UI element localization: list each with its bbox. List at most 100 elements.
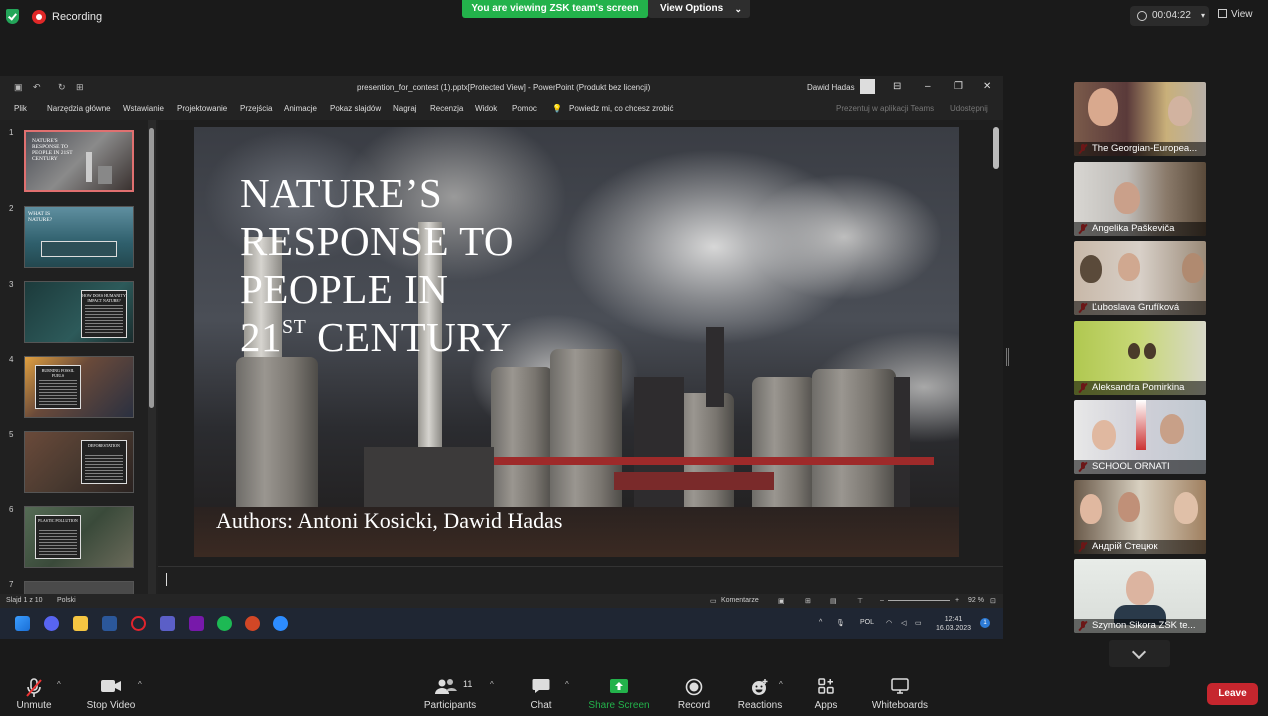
video-options-caret-icon[interactable]: ^	[138, 680, 142, 689]
chat-options-caret-icon[interactable]: ^	[565, 680, 569, 689]
zoom-app-icon	[273, 616, 288, 631]
participant-name: Ľuboslava Grufíková	[1074, 301, 1206, 315]
zoom-out-icon: –	[880, 597, 884, 604]
participant-face	[1080, 494, 1102, 524]
participant-face	[1080, 255, 1102, 283]
slide-authors: Authors: Antoni Kosicki, Dawid Hadas	[216, 508, 563, 533]
apps-button[interactable]: Apps	[806, 668, 846, 716]
thumb-number: 1	[9, 128, 14, 137]
audio-options-caret-icon[interactable]: ^	[57, 680, 61, 689]
zoom-level: 92 %	[968, 597, 984, 604]
ribbon-tab-animations: Animacje	[284, 104, 317, 113]
title-superscript: ST	[282, 316, 307, 338]
participants-options-caret-icon[interactable]: ^	[490, 680, 494, 689]
share-screen-button[interactable]: Share Screen	[586, 668, 652, 716]
ribbon-tab-transitions: Przejścia	[240, 104, 273, 113]
powerpoint-status-bar: Slajd 1 z 10 Polski ▭ Komentarze ▣ ⊞ ▤ ⊤…	[0, 594, 1003, 608]
thumb-number: 6	[9, 505, 14, 514]
leave-button[interactable]: Leave	[1207, 683, 1258, 705]
fit-slide-icon: ⊡	[990, 598, 996, 605]
cooling-tower-graphic	[236, 357, 318, 507]
ribbon-display-icon: ⊟	[893, 81, 902, 92]
gallery-next-page-button[interactable]	[1109, 640, 1170, 667]
participant-name: SCHOOL ORNATI	[1074, 460, 1206, 474]
meeting-top-bar: Recording You are viewing ZSK team's scr…	[0, 0, 1268, 34]
microphone-tray-icon: 🎙	[836, 620, 845, 627]
muted-microphone-icon	[26, 678, 42, 697]
participant-name: Aleksandra Pomirkina	[1074, 381, 1206, 395]
comments-label: Komentarze	[721, 597, 759, 604]
windows-start-icon	[15, 616, 30, 631]
thumb-chimney	[86, 152, 92, 182]
undo-icon: ↶	[33, 82, 41, 92]
participant-tile[interactable]: The Georgian-Europea...	[1074, 82, 1206, 156]
participant-tile[interactable]: Ľuboslava Grufíková	[1074, 241, 1206, 315]
security-shield-icon[interactable]	[6, 9, 19, 24]
thumbnail-scrollbar	[148, 120, 156, 594]
whiteboards-button[interactable]: Whiteboards	[866, 668, 934, 716]
recording-label[interactable]: Recording	[52, 11, 102, 23]
participants-button[interactable]: 11 Participants	[420, 668, 480, 716]
slideshow-icon: ⊞	[76, 82, 84, 92]
record-button[interactable]: Record	[672, 668, 716, 716]
reactions-options-caret-icon[interactable]: ^	[779, 680, 783, 689]
thumb-title: PLASTIC POLLUTION	[38, 518, 78, 523]
recording-icon[interactable]	[32, 10, 46, 24]
word-icon	[102, 616, 117, 631]
reactions-button[interactable]: Reactions	[733, 668, 787, 716]
thumb-title: NATURE'S RESPONSE TO PEOPLE IN 21ST CENT…	[32, 138, 73, 162]
participants-count: 11	[463, 679, 473, 689]
building-graphic	[706, 327, 724, 407]
participant-face	[1128, 343, 1140, 359]
ribbon-tab-view: Widok	[475, 104, 498, 113]
building-graphic	[364, 447, 494, 507]
meeting-timer[interactable]: 00:04:22 ▾	[1130, 6, 1209, 26]
apps-label: Apps	[814, 700, 838, 711]
restore-icon: ❐	[954, 81, 963, 92]
normal-view-icon: ▣	[778, 598, 785, 605]
participant-tile[interactable]: Андрій Стецюк	[1074, 480, 1206, 554]
industrial-graphic	[494, 457, 934, 465]
presenter-icon: ⊤	[857, 598, 864, 605]
participant-face	[1144, 343, 1156, 359]
cooling-tower-graphic	[812, 369, 896, 507]
ribbon-tab-slideshow: Pokaz slajdów	[330, 104, 382, 113]
stop-video-button[interactable]: Stop Video	[82, 668, 140, 716]
view-button[interactable]: View	[1218, 9, 1253, 20]
slide-count: Slajd 1 z 10	[6, 597, 43, 604]
minimize-icon: –	[925, 81, 931, 92]
powerpoint-title-bar: ▣ ↶ ↻ ⊞ presention_for_contest (1).pptx[…	[0, 76, 1003, 98]
slide-sorter-icon: ⊞	[805, 598, 811, 605]
battery-icon: ▭	[915, 620, 922, 627]
shared-screen[interactable]: ▣ ↶ ↻ ⊞ presention_for_contest (1).pptx[…	[0, 76, 1003, 639]
ribbon-tab-help: Pomoc	[512, 104, 537, 113]
share-screen-icon	[610, 679, 628, 693]
participant-face	[1160, 414, 1184, 444]
panel-resize-handle[interactable]	[1006, 348, 1009, 366]
tray-chevron-icon: ^	[819, 619, 823, 626]
ribbon-tab-review: Recenzja	[430, 104, 464, 113]
participant-tile[interactable]: Szymon Sikora ZSK te...	[1074, 559, 1206, 633]
thumb-number: 4	[9, 355, 14, 364]
slide-scrollbar	[991, 120, 1001, 600]
participant-tile[interactable]: Angelika Paškeviča	[1074, 162, 1206, 236]
redo-icon: ↻	[58, 82, 66, 92]
participant-tile[interactable]: Aleksandra Pomirkina	[1074, 321, 1206, 395]
unmute-button[interactable]: Unmute	[8, 668, 60, 716]
notification-badge: 1	[980, 618, 990, 628]
speaker-notes	[158, 566, 1003, 594]
participant-name: The Georgian-Europea...	[1074, 142, 1206, 156]
thumb-number: 2	[9, 204, 14, 213]
view-options-button[interactable]: View Options ⌄	[648, 0, 750, 18]
participant-tile[interactable]: SCHOOL ORNATI	[1074, 400, 1206, 474]
clock-date: 16.03.2023	[936, 625, 972, 632]
powerpoint-ribbon-tabs: Plik Narzędzia główne Wstawianie Projekt…	[0, 98, 1003, 120]
slide-title-line: NATURE’S	[240, 170, 443, 216]
record-icon	[685, 678, 703, 696]
slide-thumbnail-2: WHAT IS NATURE?	[24, 206, 134, 268]
participants-icon	[435, 679, 457, 694]
windows-taskbar: ^ 🎙 POL ◠ ◁ ▭ 12:41 16.03.2023 1	[0, 608, 1003, 639]
chat-button[interactable]: Chat	[520, 668, 562, 716]
building-graphic	[894, 377, 910, 507]
view-options-label: View Options	[660, 3, 724, 14]
